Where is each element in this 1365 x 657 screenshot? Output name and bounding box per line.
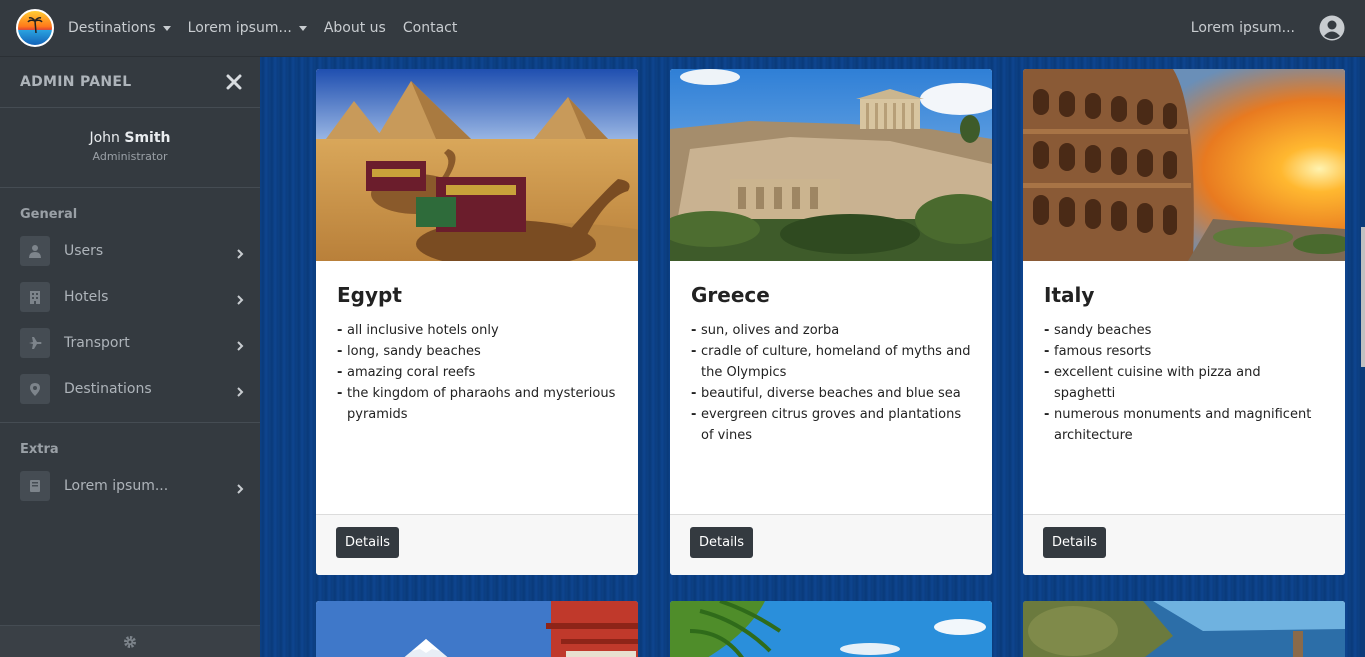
sidebar-item-label: Destinations xyxy=(64,381,152,397)
sidebar-section-general: General xyxy=(20,207,78,222)
card-footer: Details xyxy=(1023,514,1345,575)
feature-item: the kingdom of pharaohs and mysterious p… xyxy=(337,383,618,425)
mount-fuji-image xyxy=(316,601,638,657)
page-scrollbar[interactable] xyxy=(1361,57,1365,657)
coastline-image xyxy=(1023,601,1345,657)
destination-card-japan-preview[interactable] xyxy=(316,601,638,657)
building-icon-box xyxy=(20,282,50,312)
feature-item: cradle of culture, homeland of myths and… xyxy=(691,341,972,383)
feature-item: excellent cuisine with pizza and spaghet… xyxy=(1044,362,1325,404)
destination-card-italy: Italy sandy beaches famous resorts excel… xyxy=(1023,69,1345,575)
card-footer: Details xyxy=(670,514,992,575)
feature-item: famous resorts xyxy=(1044,341,1325,362)
caret-down-icon xyxy=(298,25,307,31)
feature-item: evergreen citrus groves and plantations … xyxy=(691,404,972,446)
nav-destinations-label: Destinations xyxy=(68,20,156,36)
card-image-egypt xyxy=(316,69,638,261)
sidebar-item-destinations[interactable]: Destinations xyxy=(0,366,260,412)
sidebar-item-label: Transport xyxy=(64,335,130,351)
greece-acropolis-image xyxy=(670,69,992,261)
feature-list: sun, olives and zorba cradle of culture,… xyxy=(691,320,972,446)
feature-item: beautiful, diverse beaches and blue sea xyxy=(691,383,972,404)
sidebar-item-users[interactable]: Users xyxy=(0,228,260,274)
plane-icon-box xyxy=(20,328,50,358)
logo[interactable] xyxy=(16,9,54,47)
user-icon-box xyxy=(20,236,50,266)
nav-contact-label: Contact xyxy=(402,20,458,36)
card-image-italy xyxy=(1023,69,1345,261)
feature-item: sun, olives and zorba xyxy=(691,320,972,341)
card-body: Egypt all inclusive hotels only long, sa… xyxy=(316,261,638,515)
main-content: Egypt all inclusive hotels only long, sa… xyxy=(260,57,1365,657)
plane-icon xyxy=(29,337,42,349)
nav-about-us[interactable]: About us xyxy=(324,20,386,36)
sidebar-item-label: Lorem ipsum... xyxy=(64,478,169,494)
destination-card-tropical-preview[interactable] xyxy=(670,601,992,657)
book-icon xyxy=(30,480,40,492)
destination-card-coast-preview[interactable] xyxy=(1023,601,1345,657)
details-button-italy[interactable]: Details xyxy=(1043,527,1107,558)
map-pin-icon xyxy=(30,383,40,396)
top-navbar: Destinations Lorem ipsum... About us Con… xyxy=(0,0,1365,57)
tropical-palm-image xyxy=(670,601,992,657)
profile-role: Administrator xyxy=(92,150,168,163)
card-title: Egypt xyxy=(337,283,402,307)
details-button-egypt[interactable]: Details xyxy=(336,527,400,558)
card-body: Italy sandy beaches famous resorts excel… xyxy=(1023,261,1345,515)
chevron-right-icon xyxy=(237,249,244,259)
feature-list: sandy beaches famous resorts excellent c… xyxy=(1044,320,1325,446)
chevron-right-icon xyxy=(237,295,244,305)
card-title: Italy xyxy=(1044,283,1095,307)
profile-first-name: John xyxy=(89,130,120,146)
feature-item: amazing coral reefs xyxy=(337,362,618,383)
user-icon xyxy=(29,245,41,258)
caret-down-icon xyxy=(162,25,171,31)
profile-name: John Smith xyxy=(0,130,260,146)
destination-card-egypt: Egypt all inclusive hotels only long, sa… xyxy=(316,69,638,575)
sidebar-section-extra: Extra xyxy=(20,442,59,457)
user-account-icon[interactable] xyxy=(1319,15,1345,41)
sidebar-header: ADMIN PANEL xyxy=(0,57,260,108)
sidebar-title: ADMIN PANEL xyxy=(20,74,132,90)
card-body: Greece sun, olives and zorba cradle of c… xyxy=(670,261,992,515)
sidebar-item-hotels[interactable]: Hotels xyxy=(0,274,260,320)
feature-item: numerous monuments and magnificent archi… xyxy=(1044,404,1325,446)
card-image-greece xyxy=(670,69,992,261)
feature-item: sandy beaches xyxy=(1044,320,1325,341)
nav-contact[interactable]: Contact xyxy=(403,20,457,36)
card-footer: Details xyxy=(316,514,638,575)
nav-destinations[interactable]: Destinations xyxy=(68,20,171,36)
sidebar-item-transport[interactable]: Transport xyxy=(0,320,260,366)
chevron-right-icon xyxy=(237,387,244,397)
sidebar-footer xyxy=(0,625,260,657)
sidebar-item-lorem-ipsum[interactable]: Lorem ipsum... xyxy=(0,463,260,509)
palm-tree-icon xyxy=(27,17,43,33)
nav-lorem-ipsum[interactable]: Lorem ipsum... xyxy=(188,20,307,36)
scrollbar-thumb[interactable] xyxy=(1361,227,1365,367)
book-icon-box xyxy=(20,471,50,501)
italy-colosseum-image xyxy=(1023,69,1345,261)
nav-about-us-label: About us xyxy=(323,20,386,36)
sidebar-profile: John Smith Administrator xyxy=(0,108,260,188)
destination-card-greece: Greece sun, olives and zorba cradle of c… xyxy=(670,69,992,575)
map-pin-icon-box xyxy=(20,374,50,404)
chevron-right-icon xyxy=(237,341,244,351)
admin-sidebar: ADMIN PANEL John Smith Administrator Gen… xyxy=(0,57,260,657)
feature-item: long, sandy beaches xyxy=(337,341,618,362)
chevron-right-icon xyxy=(237,484,244,494)
feature-list: all inclusive hotels only long, sandy be… xyxy=(337,320,618,425)
egypt-pyramids-camels-image xyxy=(316,69,638,261)
profile-last-name: Smith xyxy=(124,130,171,146)
gear-icon[interactable] xyxy=(123,635,137,649)
nav-lorem-ipsum-label: Lorem ipsum... xyxy=(187,20,292,36)
feature-item: all inclusive hotels only xyxy=(337,320,618,341)
sidebar-item-label: Users xyxy=(64,243,104,259)
card-title: Greece xyxy=(691,283,770,307)
nav-user-link[interactable]: Lorem ipsum... xyxy=(1191,20,1295,36)
details-button-greece[interactable]: Details xyxy=(690,527,754,558)
building-icon xyxy=(30,291,40,304)
sidebar-item-label: Hotels xyxy=(64,289,109,305)
close-icon[interactable] xyxy=(226,74,242,90)
